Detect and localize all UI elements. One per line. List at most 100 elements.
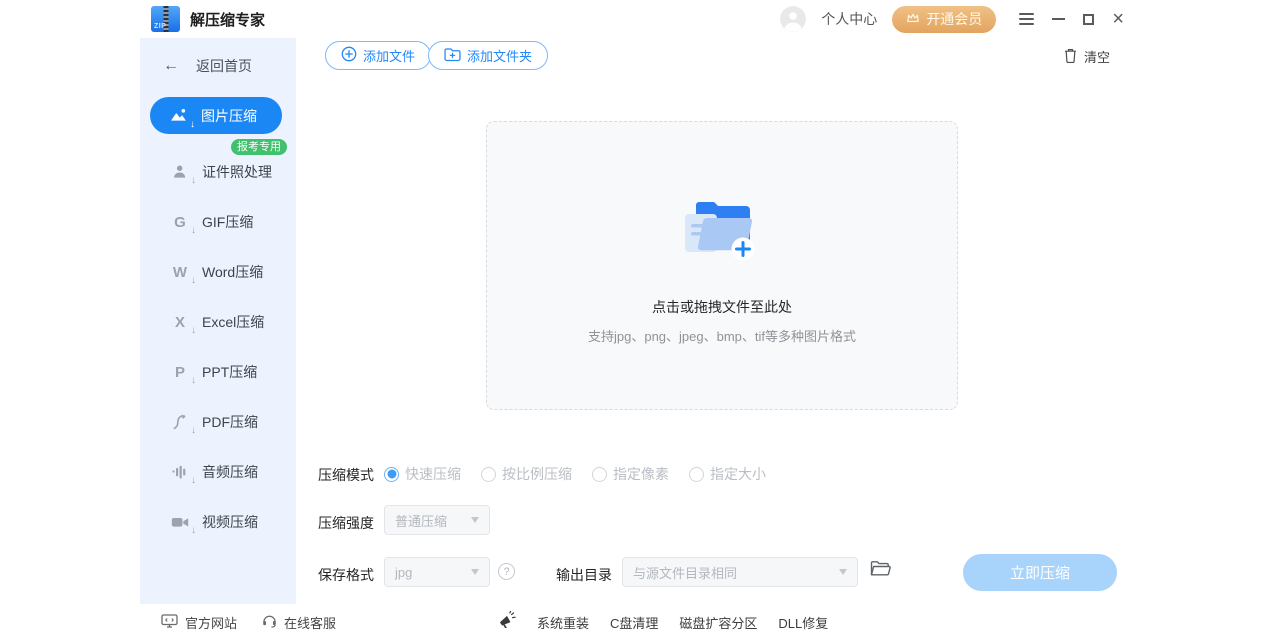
audio-icon: ↓	[170, 462, 190, 482]
sidebar-item-label: 音频压缩	[202, 462, 258, 482]
headset-icon	[262, 613, 277, 631]
radio-circle-icon	[384, 467, 399, 482]
mode-radio-ratio[interactable]: 按比例压缩	[481, 464, 572, 484]
gif-icon: G↓	[170, 212, 190, 232]
footer-link-system-reinstall[interactable]: 系统重装	[537, 613, 589, 632]
word-icon: W↓	[170, 262, 190, 282]
sidebar-item-label: Excel压缩	[202, 312, 264, 332]
add-file-button[interactable]: 添加文件	[325, 41, 431, 70]
add-file-label: 添加文件	[363, 46, 415, 65]
avatar[interactable]	[780, 6, 806, 32]
crown-icon	[906, 11, 920, 27]
titlebar-right: 个人中心 开通会员 ×	[780, 6, 1140, 33]
footer-link-dll-repair[interactable]: DLL修复	[778, 613, 828, 632]
help-icon[interactable]: ?	[498, 563, 515, 580]
mode-radio-label: 快速压缩	[405, 464, 461, 484]
dropzone-title: 点击或拖拽文件至此处	[652, 297, 792, 317]
sidebar-item-label: PDF压缩	[202, 412, 258, 432]
sidebar-item-pdf-compress[interactable]: ↓PDF压缩	[140, 397, 296, 447]
strength-label: 压缩强度	[318, 513, 374, 533]
user-avatar-icon	[780, 6, 806, 32]
mode-radio-fast[interactable]: 快速压缩	[384, 464, 461, 484]
sidebar-item-audio-compress[interactable]: ↓ 音频压缩	[140, 447, 296, 497]
folder-plus-icon	[444, 47, 461, 65]
add-folder-button[interactable]: 添加文件夹	[428, 41, 548, 70]
mode-radio-label: 按比例压缩	[502, 464, 572, 484]
output-label: 输出目录	[556, 565, 612, 585]
caret-down-icon	[839, 569, 847, 575]
video-icon: ↓	[170, 512, 190, 532]
open-membership-button[interactable]: 开通会员	[892, 6, 996, 33]
id-photo-icon: ↓	[170, 162, 190, 182]
footer: 官方网站 在线客服	[140, 604, 1140, 640]
sidebar-item-label: Word压缩	[202, 262, 263, 282]
sidebar-item-gif-compress[interactable]: G↓ GIF压缩	[140, 197, 296, 247]
sidebar-item-ppt-compress[interactable]: P↓PPT压缩	[140, 347, 296, 397]
strength-select[interactable]: 普通压缩	[384, 505, 490, 535]
sidebar-item-label: GIF压缩	[202, 212, 253, 232]
mode-radio-label: 指定大小	[710, 464, 766, 484]
minimize-icon[interactable]	[1052, 18, 1065, 20]
sidebar-item-word-compress[interactable]: W↓ Word压缩	[140, 247, 296, 297]
ppt-icon: P↓	[170, 362, 190, 382]
format-select[interactable]: jpg	[384, 557, 490, 587]
sidebar-menu: ↓图片压缩↓证件照处理报考专用G↓GIF压缩W↓Word压缩X↓Excel压缩P…	[140, 97, 296, 547]
mode-label: 压缩模式	[318, 465, 374, 485]
folder-open-icon	[870, 560, 892, 577]
mode-radio-group: 快速压缩 按比例压缩指定像素 指定大小	[384, 464, 766, 484]
sidebar-item-excel-compress[interactable]: X↓ Excel压缩	[140, 297, 296, 347]
app-zip-icon: ZIP	[151, 6, 180, 32]
footer-left: 官方网站 在线客服	[140, 613, 336, 632]
online-service-link[interactable]: 在线客服	[262, 613, 336, 632]
add-folder-label: 添加文件夹	[467, 46, 532, 65]
file-dropzone[interactable]: 点击或拖拽文件至此处 支持jpg、png、jpeg、bmp、tif等多种图片格式	[486, 121, 958, 410]
trash-icon	[1064, 48, 1077, 66]
megaphone-icon	[497, 611, 516, 633]
dropzone-subtitle: 支持jpg、png、jpeg、bmp、tif等多种图片格式	[588, 326, 856, 345]
radio-circle-icon	[689, 467, 704, 482]
sidebar-item-label: 视频压缩	[202, 512, 258, 532]
official-website-label: 官方网站	[185, 613, 237, 632]
radio-circle-icon	[481, 467, 496, 482]
back-arrow-icon: ←	[163, 57, 179, 75]
mode-radio-pixels[interactable]: 指定像素	[592, 464, 669, 484]
footer-link-disk-partition[interactable]: 磁盘扩容分区	[679, 613, 757, 632]
folder-upload-icon	[679, 194, 765, 269]
exam-badge: 报考专用	[231, 139, 287, 155]
sidebar: ← 返回首页 ↓图片压缩↓证件照处理报考专用G↓GIF压缩W↓Word压缩X↓E…	[140, 38, 296, 604]
open-membership-label: 开通会员	[926, 9, 982, 29]
close-icon[interactable]: ×	[1112, 9, 1124, 29]
monitor-icon	[161, 614, 178, 631]
mode-radio-size[interactable]: 指定大小	[689, 464, 766, 484]
clear-label: 清空	[1084, 47, 1110, 66]
excel-icon: X↓	[170, 312, 190, 332]
output-select[interactable]: 与源文件目录相同	[622, 557, 858, 587]
sidebar-item-video-compress[interactable]: ↓ 视频压缩	[140, 497, 296, 547]
app-window: ZIP 解压缩专家 个人中心 开通会员	[140, 0, 1140, 640]
format-label: 保存格式	[318, 565, 374, 585]
online-service-label: 在线客服	[284, 613, 336, 632]
footer-links: 系统重装 C盘清理 磁盘扩容分区 DLL修复	[537, 613, 828, 632]
sidebar-item-label: 图片压缩	[201, 106, 257, 126]
compress-now-button[interactable]: 立即压缩	[963, 554, 1117, 591]
sidebar-item-label: 证件照处理	[202, 162, 272, 182]
output-value: 与源文件目录相同	[633, 563, 737, 582]
official-website-link[interactable]: 官方网站	[161, 613, 237, 632]
sidebar-item-image-compress[interactable]: ↓图片压缩	[150, 97, 282, 134]
maximize-icon[interactable]	[1083, 14, 1094, 25]
clear-list-button[interactable]: 清空	[1064, 47, 1110, 66]
back-to-home[interactable]: ← 返回首页	[140, 38, 296, 94]
footer-center: 系统重装 C盘清理 磁盘扩容分区 DLL修复	[497, 611, 828, 633]
titlebar: ZIP 解压缩专家 个人中心 开通会员	[140, 0, 1140, 38]
plus-circle-icon	[341, 46, 357, 65]
user-center-link[interactable]: 个人中心	[821, 9, 877, 29]
app-title: 解压缩专家	[190, 9, 265, 30]
caret-down-icon	[471, 569, 479, 575]
footer-link-c-drive-clean[interactable]: C盘清理	[610, 613, 658, 632]
caret-down-icon	[471, 517, 479, 523]
strength-value: 普通压缩	[395, 511, 447, 530]
browse-folder-button[interactable]	[870, 560, 892, 580]
menu-icon[interactable]	[1019, 13, 1034, 25]
back-to-home-label: 返回首页	[196, 56, 252, 76]
window-controls: ×	[1019, 9, 1124, 29]
